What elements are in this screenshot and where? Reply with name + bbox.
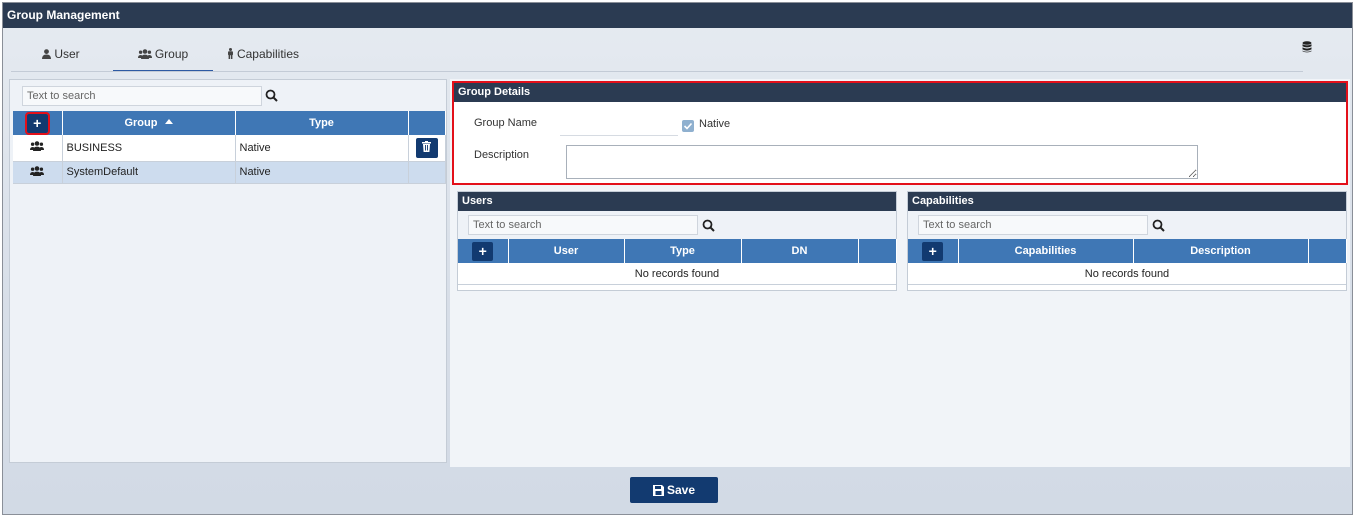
group-name-input[interactable] bbox=[560, 116, 678, 136]
actions-column-header bbox=[408, 111, 446, 135]
window-title: Group Management bbox=[3, 3, 1352, 28]
users-icon bbox=[137, 49, 152, 59]
groups-search-row bbox=[22, 86, 278, 106]
group-details-panel: Group Details Group Name Native Descript… bbox=[452, 81, 1348, 185]
row-actions-cell bbox=[408, 135, 446, 162]
capabilities-column-header[interactable]: Capabilities bbox=[958, 239, 1134, 263]
group-type-cell: Native bbox=[235, 135, 409, 162]
check-icon bbox=[683, 122, 693, 130]
group-column-label: Group bbox=[124, 117, 158, 129]
group-type-cell: Native bbox=[235, 161, 409, 184]
capabilities-panel: Capabilities + Capabilities Description … bbox=[907, 191, 1347, 291]
users-icon bbox=[30, 165, 45, 176]
actions-column-header bbox=[1308, 239, 1347, 263]
group-details-title: Group Details bbox=[454, 83, 1346, 102]
group-name-label: Group Name bbox=[474, 117, 537, 129]
type-column-header[interactable]: Type bbox=[235, 111, 409, 135]
tab-group-label: Group bbox=[154, 47, 189, 61]
groups-table-header: + Group Type bbox=[13, 111, 446, 135]
tab-user-label: User bbox=[54, 47, 80, 61]
search-icon[interactable] bbox=[265, 89, 279, 103]
native-checkbox[interactable] bbox=[682, 120, 694, 132]
tab-bar: User Group Capabilities bbox=[3, 35, 1352, 73]
table-row[interactable]: BUSINESS Native bbox=[13, 135, 446, 162]
type-column-header[interactable]: Type bbox=[624, 239, 742, 263]
group-name-cell: SystemDefault bbox=[62, 161, 236, 184]
capabilities-table: + Capabilities Description bbox=[908, 239, 1347, 263]
table-row[interactable]: SystemDefault Native bbox=[13, 161, 446, 184]
row-icon-cell bbox=[13, 135, 63, 162]
description-textarea[interactable] bbox=[566, 145, 1198, 179]
group-column-header[interactable]: Group bbox=[62, 111, 236, 135]
users-icon bbox=[30, 141, 45, 152]
sort-ascending-icon bbox=[164, 119, 173, 124]
capabilities-search-row bbox=[908, 211, 1346, 239]
tab-divider bbox=[11, 71, 1303, 72]
add-group-button[interactable]: + bbox=[24, 111, 50, 135]
search-icon[interactable] bbox=[702, 219, 716, 233]
description-column-header[interactable]: Description bbox=[1133, 239, 1309, 263]
capabilities-search-input[interactable] bbox=[918, 215, 1148, 235]
users-panel: Users + User Type DN No records found bbox=[457, 191, 897, 291]
add-capability-button[interactable]: + bbox=[922, 241, 944, 261]
description-label: Description bbox=[474, 149, 530, 161]
delete-group-button[interactable] bbox=[415, 137, 438, 158]
native-label: Native bbox=[699, 118, 731, 130]
capabilities-panel-title: Capabilities bbox=[908, 192, 1346, 211]
tab-group[interactable]: Group bbox=[113, 35, 213, 72]
save-button-label: Save bbox=[666, 483, 696, 497]
actions-column-header bbox=[858, 239, 897, 263]
group-management-window: Group Management User Group Capabilities… bbox=[2, 2, 1353, 515]
users-panel-title: Users bbox=[458, 192, 896, 211]
row-actions-cell bbox=[408, 161, 446, 184]
add-col-header: + bbox=[458, 239, 509, 263]
groups-table: + Group Type BUSINESS Native SystemDefau… bbox=[13, 111, 446, 184]
add-col-header: + bbox=[13, 111, 63, 135]
capabilities-table-header: + Capabilities Description bbox=[908, 239, 1347, 263]
floppy-disk-icon bbox=[652, 485, 664, 496]
add-col-header: + bbox=[908, 239, 959, 263]
users-table: + User Type DN bbox=[458, 239, 897, 263]
trash-icon bbox=[422, 140, 431, 152]
groups-search-input[interactable] bbox=[22, 86, 262, 106]
add-user-button[interactable]: + bbox=[472, 241, 494, 261]
person-icon bbox=[227, 48, 233, 59]
tab-capabilities[interactable]: Capabilities bbox=[225, 35, 301, 71]
capabilities-empty-text: No records found bbox=[908, 263, 1346, 285]
row-icon-cell bbox=[13, 161, 63, 184]
users-search-row bbox=[458, 211, 896, 239]
tab-user[interactable]: User bbox=[41, 35, 81, 71]
group-name-cell: BUSINESS bbox=[62, 135, 236, 162]
right-content-area: Group Details Group Name Native Descript… bbox=[450, 79, 1350, 467]
users-table-header: + User Type DN bbox=[458, 239, 897, 263]
save-button[interactable]: Save bbox=[630, 477, 718, 503]
user-icon bbox=[42, 49, 52, 59]
groups-panel: + Group Type BUSINESS Native bbox=[9, 79, 447, 463]
tab-capabilities-label: Capabilities bbox=[236, 47, 300, 61]
database-icon[interactable] bbox=[1302, 41, 1312, 56]
search-icon[interactable] bbox=[1152, 219, 1166, 233]
users-empty-text: No records found bbox=[458, 263, 896, 285]
user-column-header[interactable]: User bbox=[508, 239, 625, 263]
users-search-input[interactable] bbox=[468, 215, 698, 235]
dn-column-header[interactable]: DN bbox=[741, 239, 859, 263]
